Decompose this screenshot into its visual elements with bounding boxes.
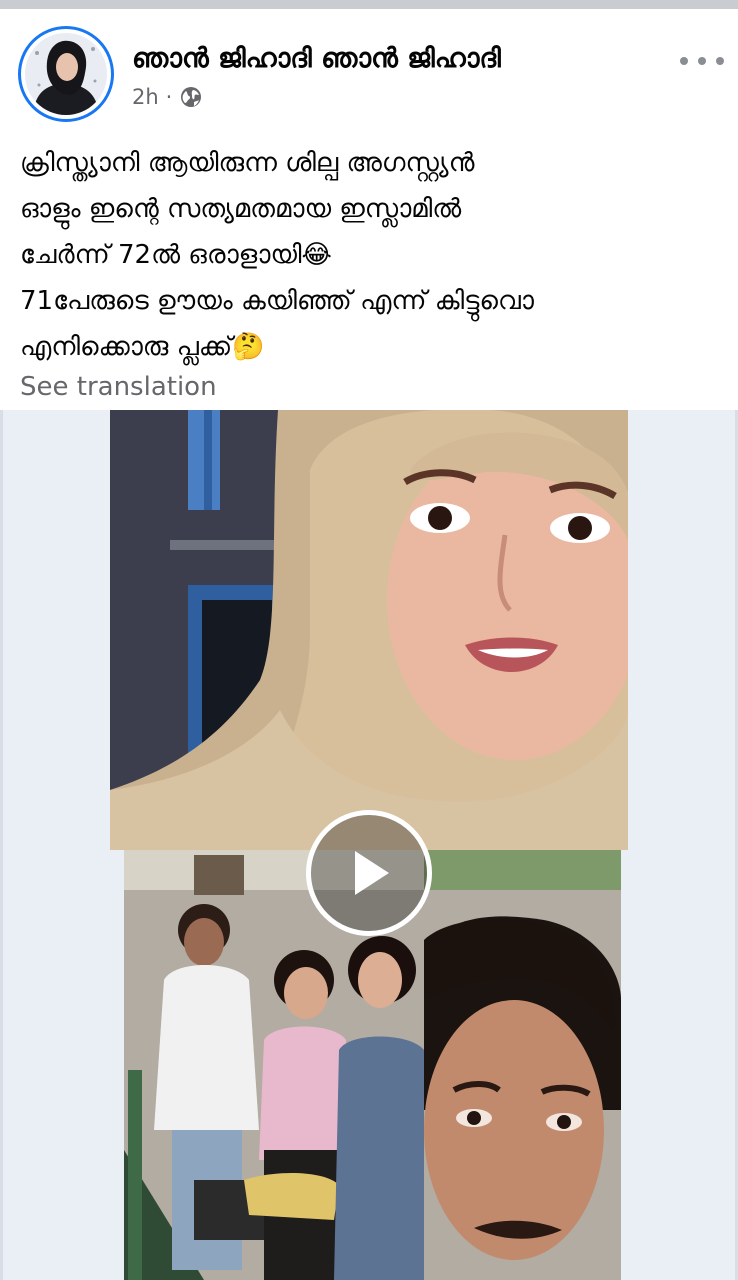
post-header: ഞാൻ ജിഹാദി ഞാൻ ജിഹാദി 2h · [0, 9, 738, 122]
post-text-line: എനിക്കൊരു പ്ലക്ക്🤔 [20, 332, 265, 362]
post-time[interactable]: 2h [132, 85, 159, 109]
author-name[interactable]: ഞാൻ ജിഹാദി ഞാൻ ജിഹാദി [132, 43, 501, 75]
see-translation-link[interactable]: See translation [20, 372, 217, 402]
globe-icon[interactable] [179, 85, 203, 109]
post-text-line: 71പേരുടെ ഊയം കയിഞ്ഞ് എന്ന് കിട്ടുവൊ [20, 286, 534, 316]
more-horizontal-icon [680, 57, 688, 65]
media-border-left [0, 410, 3, 1280]
author-avatar[interactable] [18, 26, 114, 122]
top-divider [0, 0, 738, 9]
more-dot [698, 57, 706, 65]
post-message: ക്രിസ്ത്യാനി ആയിരുന്ന ശില്പ അഗസ്റ്റ്യൻ ഓ… [20, 140, 720, 370]
more-dot [716, 57, 724, 65]
post-video[interactable] [0, 410, 738, 1280]
play-button[interactable] [306, 810, 432, 936]
post-text-line: ക്രിസ്ത്യാനി ആയിരുന്ന ശില്പ അഗസ്റ്റ്യൻ [20, 148, 475, 178]
meta-separator: · [165, 85, 173, 109]
play-icon [355, 851, 389, 895]
more-options-button[interactable] [680, 47, 724, 75]
post-text-line: ഓളും ഇന്റെ സത്യമതമായ ഇസ്ലാമിൽ [20, 194, 462, 224]
avatar-photo [25, 33, 107, 115]
post-text-line: ചേർന്ന് 72ൽ ഒരാളായി😂 [20, 240, 332, 270]
post-meta: 2h · [132, 85, 203, 109]
video-thumbnail-top [110, 410, 628, 850]
